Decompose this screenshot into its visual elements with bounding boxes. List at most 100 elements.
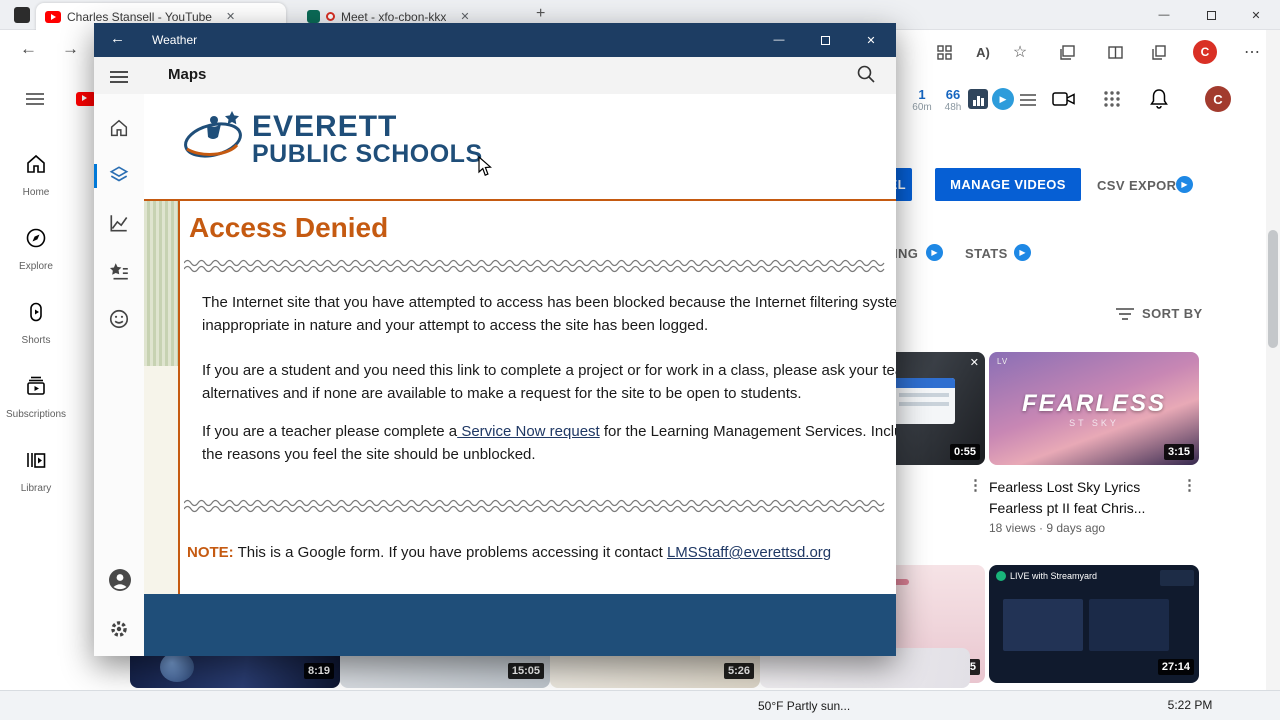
thumb-art-subtitle: ST SKY xyxy=(1069,418,1119,428)
home-icon xyxy=(24,152,48,181)
link-partial[interactable]: ING xyxy=(894,246,918,261)
library-icon xyxy=(24,448,48,477)
video-meta: 18 views · 9 days ago xyxy=(989,521,1106,535)
browser-close-button[interactable]: ✕ xyxy=(1233,0,1279,30)
window-minimize-button[interactable]: — xyxy=(756,23,802,57)
stat-label: 60m xyxy=(912,102,932,113)
service-now-link[interactable]: Service Now request xyxy=(457,423,599,440)
browser-menu-icon[interactable]: ⋯ xyxy=(1240,40,1264,64)
duration-badge: 27:14 xyxy=(1157,659,1194,675)
stats-help-play-icon[interactable]: ▶ xyxy=(1014,244,1031,261)
video-menu-icon[interactable]: ⋮ xyxy=(968,476,983,494)
feedback-smiley-icon[interactable] xyxy=(108,308,130,330)
selected-indicator xyxy=(94,164,97,188)
sidebar-item-label: Explore xyxy=(19,261,53,272)
paragraph: If you are a student and you need this l… xyxy=(202,362,896,402)
email-link[interactable]: LMSStaff@everettsd.org xyxy=(667,544,831,561)
access-denied-card: Access Denied The Internet site that you… xyxy=(178,201,896,594)
video-menu-icon[interactable]: ⋮ xyxy=(1182,476,1197,494)
stats-link[interactable]: STATS xyxy=(965,246,1008,261)
video-thumbnail[interactable]: LV FEARLESS ST SKY 3:15 xyxy=(989,352,1199,465)
apps-dots-icon[interactable] xyxy=(1103,90,1121,113)
csv-export-button[interactable]: CSV EXPORT xyxy=(1097,178,1185,193)
csv-help-play-icon[interactable]: ▶ xyxy=(1176,176,1193,193)
squiggle-divider xyxy=(184,259,885,273)
read-aloud-icon[interactable]: A) xyxy=(971,40,995,64)
duration-badge: 5:26 xyxy=(723,663,754,679)
page-edge-texture xyxy=(144,201,178,594)
collections-icon[interactable] xyxy=(1055,40,1079,64)
chart-tile-icon[interactable] xyxy=(968,89,988,109)
forward-button[interactable]: → xyxy=(62,39,79,59)
window-maximize-button[interactable] xyxy=(802,23,848,57)
text: This is a Google form. If you have probl… xyxy=(233,544,667,561)
maps-icon[interactable] xyxy=(108,164,130,186)
back-button[interactable]: ← xyxy=(20,39,37,59)
sidebar-item-shorts[interactable]: Shorts xyxy=(0,288,72,358)
search-icon[interactable] xyxy=(856,64,876,89)
tab-close-icon[interactable]: ✕ xyxy=(460,10,469,23)
sort-icon xyxy=(1116,307,1134,325)
sidebar-item-explore[interactable]: Explore xyxy=(0,214,72,284)
video-title[interactable]: Fearless Lost Sky Lyrics xyxy=(989,477,1140,498)
favorites-star-icon[interactable]: ☆ xyxy=(1008,40,1032,64)
hamburger-menu-icon[interactable] xyxy=(110,70,128,88)
window-close-button[interactable]: ✕ xyxy=(848,23,894,57)
sidebar-item-label: Subscriptions xyxy=(5,409,67,420)
thumb-banner-text: LIVE with Streamyard xyxy=(1010,571,1098,581)
youtube-logo-icon[interactable] xyxy=(76,92,96,106)
sidebar-item-home[interactable]: Home xyxy=(0,140,72,210)
split-screen-icon[interactable] xyxy=(1103,40,1127,64)
org-name-line1: EVERETT xyxy=(252,110,398,143)
note-label: NOTE: xyxy=(187,544,234,561)
account-avatar-icon[interactable] xyxy=(108,568,131,591)
new-tab-button[interactable]: + xyxy=(536,5,545,23)
tab-close-icon[interactable]: ✕ xyxy=(226,10,235,23)
list-icon[interactable] xyxy=(1020,93,1036,111)
everett-schools-logo xyxy=(180,108,246,169)
scrollbar-thumb[interactable] xyxy=(1268,230,1278,348)
weather-content: EVERETT PUBLIC SCHOOLS Access Denied The… xyxy=(144,94,896,656)
youtube-menu-icon[interactable] xyxy=(26,92,44,110)
weather-title-bar[interactable]: ← Weather — ✕ xyxy=(94,23,896,57)
home-icon[interactable] xyxy=(108,117,130,139)
sort-by-button[interactable]: SORT BY xyxy=(1142,306,1203,321)
access-denied-heading: Access Denied xyxy=(189,212,389,243)
apps-grid-icon[interactable] xyxy=(932,40,956,64)
settings-gear-icon[interactable] xyxy=(108,618,130,640)
history-chart-icon[interactable] xyxy=(108,212,130,234)
desktop: Charles Stansell - YouTube ✕ Meet - xfo-… xyxy=(0,0,1280,720)
weather-page-header: Maps xyxy=(94,57,896,94)
browser-maximize-button[interactable] xyxy=(1188,0,1234,30)
stat-value: 66 xyxy=(945,87,961,102)
youtube-profile-avatar[interactable]: C xyxy=(1205,86,1231,112)
video-title[interactable]: Fearless pt II feat Chris... xyxy=(989,498,1145,519)
browser-profile-avatar[interactable]: C xyxy=(1193,40,1217,64)
squiggle-divider xyxy=(184,499,885,513)
tab-actions-icon[interactable] xyxy=(14,7,30,23)
mouse-cursor xyxy=(478,155,492,182)
create-video-icon[interactable] xyxy=(1052,88,1076,115)
browser-minimize-button[interactable]: — xyxy=(1141,0,1187,30)
window-back-icon[interactable]: ← xyxy=(110,30,125,47)
compass-icon xyxy=(24,226,48,255)
help-play-icon[interactable]: ▶ xyxy=(926,244,943,261)
text: If you are a teacher please complete a xyxy=(202,423,458,440)
weather-sidebar xyxy=(94,94,144,656)
video-thumbnail[interactable]: LIVE with Streamyard 27:14 xyxy=(989,565,1199,683)
sidebar-item-subscriptions[interactable]: Subscriptions xyxy=(0,362,72,432)
shorts-icon xyxy=(24,300,48,329)
sidebar-item-library[interactable]: Library xyxy=(0,436,72,506)
notifications-bell-icon[interactable] xyxy=(1149,88,1169,115)
meet-favicon xyxy=(307,10,320,23)
tray-weather-text[interactable]: 50°F Partly sun... xyxy=(758,699,850,713)
copy-page-icon[interactable] xyxy=(1147,40,1171,64)
taskbar-clock[interactable]: 5:22 PM xyxy=(1164,698,1216,712)
note-line: NOTE: This is a Google form. If you have… xyxy=(187,541,831,564)
favorites-icon[interactable] xyxy=(108,260,130,282)
sidebar-item-label: Shorts xyxy=(21,335,51,346)
scrollbar-track[interactable] xyxy=(1266,30,1280,690)
play-tutorial-icon[interactable]: ▶ xyxy=(992,88,1014,110)
thumb-close-icon: ✕ xyxy=(969,357,979,369)
manage-videos-button[interactable]: MANAGE VIDEOS xyxy=(935,168,1081,201)
